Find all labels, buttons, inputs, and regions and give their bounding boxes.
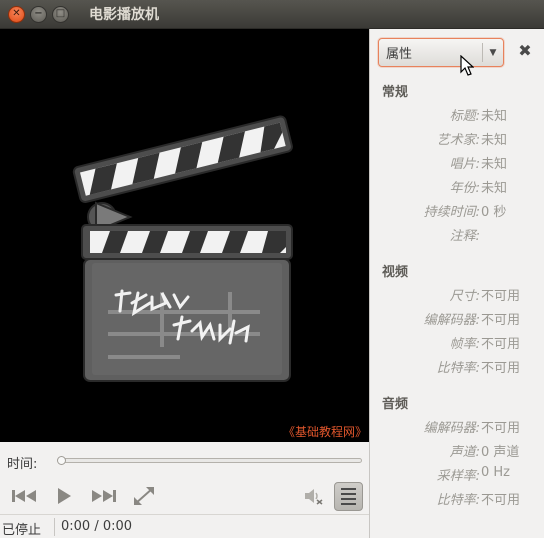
- property-key: 年份:: [449, 181, 480, 196]
- property-row: 持续时间: 0 秒: [370, 201, 544, 221]
- video-area[interactable]: 《基础教程网》: [0, 29, 369, 442]
- clapperboard-icon: [72, 115, 293, 382]
- skip-forward-icon: [92, 490, 116, 502]
- property-value: 不可用: [481, 361, 521, 376]
- volume-button[interactable]: [302, 484, 324, 508]
- seek-bar-row: 时间:: [0, 442, 369, 480]
- section-title-general: 常规: [382, 85, 409, 100]
- watermark-text: 《基础教程网》: [282, 423, 367, 440]
- section-title-video: 视频: [382, 265, 409, 280]
- previous-button[interactable]: [10, 484, 38, 508]
- close-icon: ✖: [518, 41, 532, 60]
- sidebar-toggle-icon: [341, 498, 356, 500]
- seek-slider-handle[interactable]: [57, 456, 66, 465]
- property-key: 尺寸:: [449, 289, 480, 304]
- chevron-down-icon: ▼: [489, 47, 497, 58]
- property-key: 艺术家:: [436, 133, 480, 148]
- title-bar: ✕ − □ 电影播放机: [0, 0, 544, 29]
- window-minimize-button[interactable]: −: [30, 5, 47, 23]
- property-key: 采样率:: [436, 469, 480, 484]
- mouse-pointer-icon: [460, 55, 474, 76]
- property-row: 采样率: 0 Hz: [370, 465, 544, 485]
- sidebar-close-button[interactable]: ✖: [515, 41, 535, 61]
- playback-time: 0:00 / 0:00: [61, 519, 133, 534]
- property-row: 帧率: 不可用: [370, 333, 544, 353]
- fullscreen-icon: [134, 487, 154, 505]
- property-value: 不可用: [481, 493, 521, 508]
- property-value: 0 声道: [481, 445, 520, 460]
- property-row: 注释:: [370, 225, 544, 245]
- property-key: 帧率:: [449, 337, 480, 352]
- property-value: 未知: [481, 109, 508, 124]
- sidebar-toggle-icon: [341, 503, 356, 505]
- property-row: 年份: 未知: [370, 177, 544, 197]
- property-row: 比特率: 不可用: [370, 357, 544, 377]
- close-icon: ✕: [12, 8, 21, 19]
- property-key: 唱片:: [449, 157, 480, 172]
- fullscreen-button[interactable]: [130, 484, 158, 508]
- status-bar: 已停止 0:00 / 0:00: [0, 514, 369, 538]
- window-title: 电影播放机: [89, 7, 159, 23]
- sidebar-panel: 属性 ▼ ✖ 常规 标题: 未知 艺术家: 未知 唱片: 未知 年份: 未知 持…: [369, 29, 544, 538]
- property-key: 编解码器:: [423, 421, 480, 436]
- property-row: 唱片: 未知: [370, 153, 544, 173]
- property-value: 未知: [481, 181, 508, 196]
- property-value: 不可用: [481, 289, 521, 304]
- property-key: 注释:: [449, 229, 480, 244]
- property-key: 标题:: [449, 109, 480, 124]
- play-button[interactable]: [54, 484, 74, 508]
- sidebar-toggle-button[interactable]: [334, 482, 363, 511]
- property-key: 声道:: [449, 445, 480, 460]
- maximize-icon: □: [55, 8, 66, 19]
- property-row: 编解码器: 不可用: [370, 309, 544, 329]
- play-icon: [58, 488, 71, 504]
- property-value: 0 Hz: [481, 465, 511, 480]
- status-divider: [54, 518, 55, 536]
- property-key: 比特率:: [436, 493, 480, 508]
- sidebar-toggle-icon: [341, 488, 356, 490]
- property-value: 未知: [481, 157, 508, 172]
- minimize-icon: −: [34, 8, 43, 19]
- property-key: 比特率:: [436, 361, 480, 376]
- sidebar-toggle-icon: [341, 493, 356, 495]
- time-label: 时间:: [7, 457, 38, 472]
- section-title-audio: 音频: [382, 397, 409, 412]
- property-key: 持续时间:: [423, 205, 480, 220]
- property-value: 不可用: [481, 337, 521, 352]
- window-maximize-button[interactable]: □: [52, 5, 69, 23]
- seek-slider[interactable]: [59, 458, 362, 463]
- property-row: 尺寸: 不可用: [370, 285, 544, 305]
- playback-state: 已停止: [2, 523, 42, 538]
- property-row: 编解码器: 不可用: [370, 417, 544, 437]
- property-value: 0 秒: [481, 205, 507, 220]
- skip-back-icon: [12, 490, 36, 502]
- volume-muted-icon: [305, 489, 323, 505]
- property-value: 不可用: [481, 313, 521, 328]
- property-row: 声道: 0 声道: [370, 441, 544, 461]
- transport-controls: [0, 480, 369, 514]
- next-button[interactable]: [90, 484, 118, 508]
- property-row: 艺术家: 未知: [370, 129, 544, 149]
- window-close-button[interactable]: ✕: [8, 5, 25, 23]
- property-value: 未知: [481, 133, 508, 148]
- property-row: 标题: 未知: [370, 105, 544, 125]
- property-key: 编解码器:: [423, 313, 480, 328]
- property-row: 比特率: 不可用: [370, 489, 544, 509]
- sidebar-selector-dropdown[interactable]: 属性 ▼: [378, 38, 504, 67]
- property-value: 不可用: [481, 421, 521, 436]
